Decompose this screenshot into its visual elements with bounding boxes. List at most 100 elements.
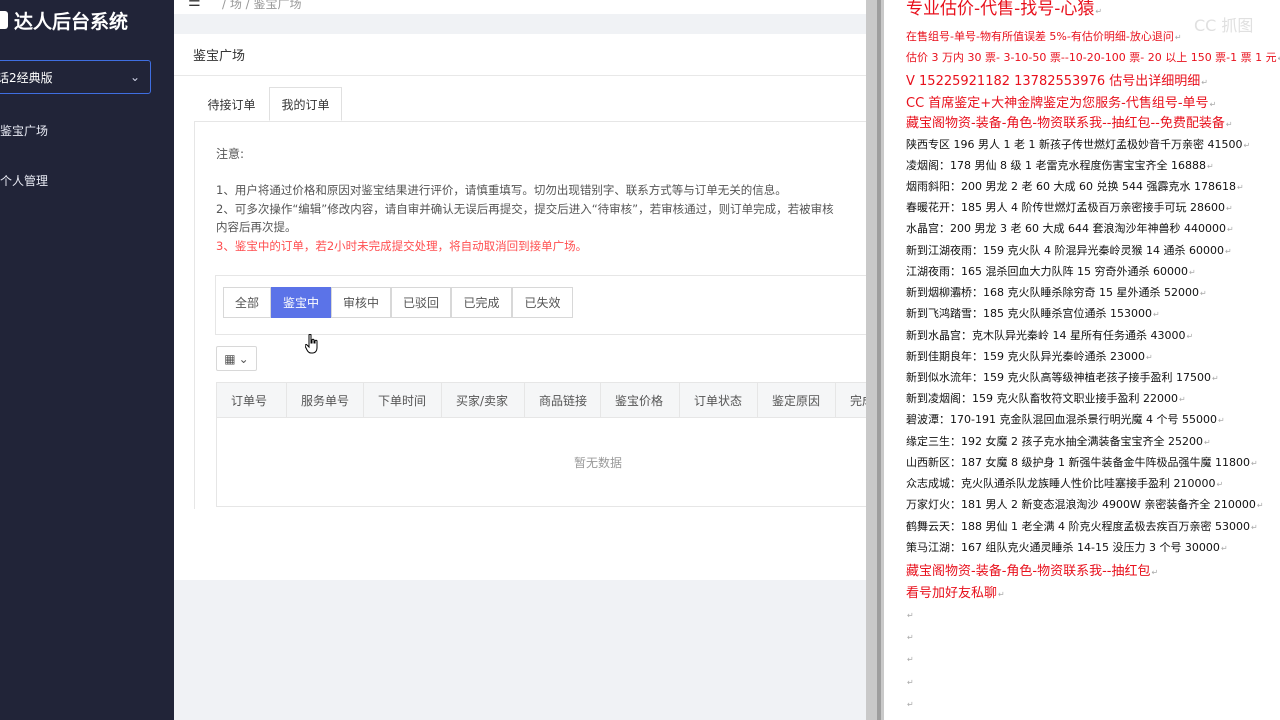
document-line-text: 新到江湖夜雨：159 克火队 4 阶混异光秦岭灵猴 14 通杀 60000: [906, 244, 1224, 257]
column-header-product-link[interactable]: 商品链接: [525, 382, 601, 418]
paragraph-mark-icon: ↵: [1224, 247, 1232, 256]
paragraph-mark-icon: ↵: [1145, 353, 1153, 362]
document-line: 新到似水流年：159 克火队高等级神植老孩子接手盈利 17500↵: [906, 369, 1219, 385]
paragraph-mark-icon: ↵: [907, 678, 914, 687]
paragraph-mark-icon: ↵: [998, 590, 1005, 599]
document-line: 新到飞鸿踏雪：185 克火队睡杀宫位通杀 153000↵: [906, 305, 1160, 321]
document-line: 新到水晶宫：克木队异光秦岭 14 星所有任务通杀 43000↵: [906, 327, 1193, 343]
document-line: 水晶宫：200 男龙 3 老 60 大成 644 套浪淘沙年神兽秒 440000…: [906, 220, 1234, 236]
tab-my-orders[interactable]: 我的订单: [269, 87, 342, 121]
paragraph-mark-icon: ↵: [1220, 544, 1228, 553]
document-line: V 15225921182 13782553976 估号出详细明细↵: [906, 70, 1208, 89]
notes-line-4: 3、鉴宝中的订单，若2小时未完成提交处理，将自动取消回到接单广场。: [216, 239, 588, 253]
document-line: 策马江湖：167 组队克火通灵睡杀 14-15 没压力 3 个号 30000↵: [906, 539, 1228, 555]
document-line-text: 在售组号-单号-物有所值误差 5%-有估价明细-放心退问: [906, 30, 1174, 43]
column-header-order-time[interactable]: 下单时间: [364, 382, 442, 418]
paragraph-mark-icon: ↵: [1151, 568, 1159, 577]
tab-pending-orders[interactable]: 待接订单: [194, 87, 269, 121]
document-line: 新到凌烟阁：159 克火队畜牧符文职业接手盈利 22000↵: [906, 390, 1186, 406]
document-line: 在售组号-单号-物有所值误差 5%-有估价明细-放心退问↵: [906, 28, 1182, 44]
paragraph-mark-icon: ↵: [1201, 78, 1208, 87]
filter-completed-button[interactable]: 已完成: [451, 287, 512, 318]
document-line-text: 陕西专区 196 男人 1 老 1 新孩子传世燃灯孟极妙音千万亲密 41500: [906, 138, 1243, 151]
document-line-text: 水晶宫：200 男龙 3 老 60 大成 644 套浪淘沙年神兽秒 440000: [906, 222, 1226, 235]
document-line-text: 看号加好友私聊: [906, 586, 998, 601]
paragraph-mark-icon: ↵: [1188, 268, 1196, 277]
document-pane: CC 抓图 专业估价-代售-找号-心猿↵ 在售组号-单号-物有所值误差 5%-有估…: [884, 0, 1280, 720]
paragraph-mark-icon: ↵: [1152, 310, 1160, 319]
document-line-text: 碧波潭：170-191 克金队混回血混杀景行明光魔 4 个号 55000: [906, 413, 1217, 426]
paragraph-mark-icon: ↵: [1243, 141, 1251, 150]
breadcrumb: / 场 / 鉴宝广场: [222, 0, 302, 11]
document-line: CC 首席鉴定+大神金牌鉴定为您服务-代售组号-单号↵: [906, 92, 1216, 111]
menu-toggle-icon[interactable]: ☰: [188, 0, 201, 10]
paragraph-mark-icon: ↵: [907, 633, 914, 642]
document-line: 陕西专区 196 男人 1 老 1 新孩子传世燃灯孟极妙音千万亲密 41500↵: [906, 136, 1250, 152]
document-line-text: 新到佳期良年：159 克火队异光秦岭通杀 23000: [906, 350, 1145, 363]
empty-paragraph: ↵: [906, 608, 914, 621]
chevron-down-icon: ⌄: [238, 351, 249, 366]
document-line: 江湖夜雨：165 混杀回血大力队阵 15 穷奇外通杀 60000↵: [906, 263, 1196, 279]
notes-line-1: 1、用户将通过价格和原因对鉴宝结果进行评价，请慎重填写。切勿出现错别字、联系方式…: [216, 183, 787, 197]
paragraph-mark-icon: ↵: [1250, 459, 1258, 468]
document-line: 凌烟阁：178 男仙 8 级 1 老雷克水程度伤害宝宝齐全 16888↵: [906, 157, 1214, 173]
document-line: 众志成城：克火队通杀队龙族睡人性价比哇塞接手盈利 210000↵: [906, 475, 1223, 491]
paragraph-mark-icon: ↵: [1250, 523, 1258, 532]
divider: [174, 75, 866, 76]
document-line: 新到烟柳灞桥：168 克火队睡杀除穷奇 15 星外通杀 52000↵: [906, 284, 1207, 300]
grid-icon: ▦: [224, 351, 236, 366]
document-line-text: 新到飞鸿踏雪：185 克火队睡杀宫位通杀 153000: [906, 307, 1152, 320]
paragraph-mark-icon: ↵: [1211, 374, 1219, 383]
paragraph-mark-icon: ↵: [1225, 204, 1233, 213]
sidebar-item-appraisal-square[interactable]: 鉴宝广场: [0, 122, 48, 139]
document-line-text: CC 首席鉴定+大神金牌鉴定为您服务-代售组号-单号: [906, 96, 1209, 111]
column-settings-button[interactable]: ▦ ⌄: [216, 346, 257, 371]
document-line: 鹤舞云天：188 男仙 1 老全满 4 阶克火程度孟极去疾百万亲密 53000↵: [906, 518, 1258, 534]
watermark: CC 抓图: [1194, 16, 1254, 35]
document-line-text: 烟雨斜阳：200 男龙 2 老 60 大成 60 兑换 544 强霹克水 178…: [906, 180, 1236, 193]
document-line-text: 缘定三生：192 女魔 2 孩子克水抽全满装备宝宝齐全 25200: [906, 435, 1203, 448]
empty-state-text: 暂无数据: [574, 456, 623, 470]
paragraph-mark-icon: ↵: [1095, 7, 1103, 16]
document-line-text: 新到烟柳灞桥：168 克火队睡杀除穷奇 15 星外通杀 52000: [906, 286, 1199, 299]
filter-rejected-button[interactable]: 已驳回: [391, 287, 451, 318]
paragraph-mark-icon: ↵: [1203, 438, 1211, 447]
document-line-text: V 15225921182 13782553976 估号出详细明细: [906, 74, 1201, 89]
app-logo-icon: [0, 11, 8, 29]
document-line-text: 江湖夜雨：165 混杀回血大力队阵 15 穷奇外通杀 60000: [906, 265, 1188, 278]
document-line-text: 新到似水流年：159 克火队高等级神植老孩子接手盈利 17500: [906, 371, 1211, 384]
document-line-text: 凌烟阁：178 男仙 8 级 1 老雷克水程度伤害宝宝齐全 16888: [906, 159, 1206, 172]
document-line: 藏宝阁物资-装备-角色-物资联系我--抽红包↵: [906, 560, 1158, 579]
empty-paragraph: ↵: [906, 675, 914, 688]
document-line: 万家灯火：181 男人 2 新变态混浪淘沙 4900W 亲密装备齐全 21000…: [906, 496, 1264, 512]
document-line: 春暖花开：185 男人 4 阶传世燃灯孟极百万亲密接手可玩 28600↵: [906, 199, 1233, 215]
version-select-value: 话2经典版: [0, 70, 53, 85]
document-line-text: 鹤舞云天：188 男仙 1 老全满 4 阶克火程度孟极去疾百万亲密 53000: [906, 520, 1250, 533]
notes-line-3: 内容后再次提。: [216, 220, 297, 234]
version-select[interactable]: 话2经典版 ⌄: [0, 60, 151, 94]
paragraph-mark-icon: ↵: [1199, 289, 1207, 298]
filter-appraising-button[interactable]: 鉴宝中: [271, 287, 331, 318]
column-header-service-no[interactable]: 服务单号: [287, 382, 364, 418]
filter-all-button[interactable]: 全部: [223, 287, 271, 318]
paragraph-mark-icon: ↵: [1236, 183, 1244, 192]
column-header-buyer-seller[interactable]: 买家/卖家: [442, 382, 525, 418]
content-card: 鉴宝广场 待接订单 我的订单 注意: 1、用户将通过价格和原因对鉴宝结果进行评价…: [174, 34, 866, 580]
app-brand: 达人后台系统: [0, 4, 128, 36]
document-line-text: 众志成城：克火队通杀队龙族睡人性价比哇塞接手盈利 210000: [906, 477, 1216, 490]
notes-line-2: 2、可多次操作“编辑”修改内容，请自审并确认无误后再提交，提交后进入“待审核”，…: [216, 202, 834, 216]
paragraph-mark-icon: ↵: [1206, 162, 1214, 171]
notes-title: 注意:: [216, 147, 245, 161]
filter-reviewing-button[interactable]: 审核中: [331, 287, 391, 318]
paragraph-mark-icon: ↵: [907, 700, 914, 709]
filter-expired-button[interactable]: 已失效: [512, 287, 573, 318]
column-header-order-status[interactable]: 订单状态: [680, 382, 758, 418]
column-header-appraisal-price[interactable]: 鉴宝价格: [601, 382, 680, 418]
column-header-complete[interactable]: 完成: [836, 382, 866, 418]
paragraph-mark-icon: ↵: [1217, 416, 1225, 425]
column-header-order-no[interactable]: 订单号: [217, 382, 287, 418]
paragraph-mark-icon: ↵: [1225, 120, 1233, 129]
window-divider[interactable]: [866, 0, 884, 720]
sidebar-item-personal-management[interactable]: 个人管理: [0, 172, 48, 189]
column-header-appraisal-reason[interactable]: 鉴定原因: [758, 382, 836, 418]
